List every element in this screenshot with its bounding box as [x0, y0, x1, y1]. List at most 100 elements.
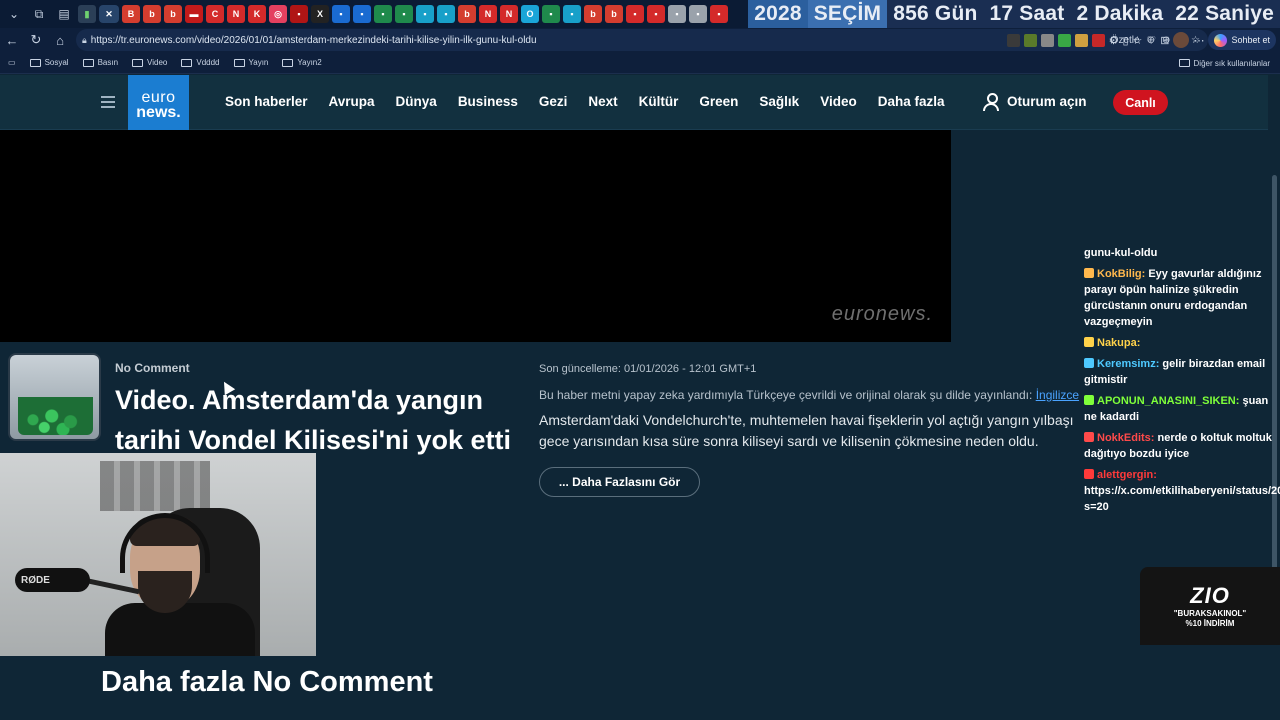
- extension-icon[interactable]: [1006, 33, 1020, 47]
- bookmark-folder[interactable]: Yayın: [233, 58, 269, 67]
- tab-c-icon[interactable]: C: [206, 5, 224, 23]
- tab-b-blogger-icon[interactable]: b: [584, 5, 602, 23]
- chat-username: alettgergin:: [1097, 469, 1157, 481]
- nav-item[interactable]: Avrupa: [329, 94, 375, 109]
- tab-site-icon[interactable]: ▪: [353, 5, 371, 23]
- tab-site-icon[interactable]: ▪: [437, 5, 455, 23]
- sponsor-banner: ZIO "BURAKSAKINOL" %10 İNDİRİM: [1140, 567, 1280, 645]
- countdown-days: 856 Gün: [893, 2, 978, 25]
- tab-site-icon[interactable]: ▪: [542, 5, 560, 23]
- tab-instagram-icon[interactable]: ◎: [269, 5, 287, 23]
- split-screen-icon[interactable]: ▯: [1122, 34, 1128, 47]
- nav-item[interactable]: Dünya: [396, 94, 437, 109]
- collections-icon[interactable]: ♡: [1146, 34, 1156, 47]
- tab-site-icon[interactable]: ▪: [710, 5, 728, 23]
- tab-site-icon[interactable]: ▪: [332, 5, 350, 23]
- chat-text: gunu-kul-oldu: [1084, 247, 1158, 259]
- extension-icon[interactable]: [1040, 33, 1054, 47]
- folder-icon: [132, 58, 144, 67]
- extension-icon[interactable]: [1023, 33, 1037, 47]
- extension-icon[interactable]: [1074, 33, 1088, 47]
- tab-site-icon[interactable]: ▪: [563, 5, 581, 23]
- tab-b-blogger-icon[interactable]: B: [122, 5, 140, 23]
- tab-favicon-list: Bb b ▬ C N K ◎ ▪ X ▪ ▪ ▪ ▪ ▪ ▪ b N N O ▪ ▪ b b ▪ ▪ ▪ ▪ ▪: [119, 5, 728, 23]
- browser-essentials-icon[interactable]: ⊡: [1160, 34, 1169, 47]
- tab-b-blogger-icon[interactable]: b: [164, 5, 182, 23]
- nav-item[interactable]: Son haberler: [225, 94, 308, 109]
- tab-close-icon[interactable]: ✕: [99, 5, 119, 23]
- vertical-tabs-icon[interactable]: ▤: [53, 3, 75, 25]
- see-more-button[interactable]: ... Daha Fazlasını Gör: [539, 467, 700, 497]
- tab-o-icon[interactable]: O: [521, 5, 539, 23]
- folder-icon: [1178, 59, 1190, 67]
- sponsor-discount: %10 İNDİRİM: [1185, 619, 1235, 628]
- tab-n-icon[interactable]: N: [500, 5, 518, 23]
- nav-item[interactable]: Gezi: [539, 94, 568, 109]
- tab-site-icon[interactable]: ▪: [395, 5, 413, 23]
- tab-b-blogger-icon[interactable]: b: [605, 5, 623, 23]
- avatar[interactable]: [1173, 32, 1190, 48]
- bookmark-folder[interactable]: Vdddd: [181, 58, 220, 67]
- nav-item[interactable]: Next: [588, 94, 617, 109]
- chat-username: Nakupa:: [1097, 337, 1141, 349]
- extension-icon[interactable]: [1091, 33, 1105, 47]
- euronews-logo[interactable]: euro news.: [128, 75, 189, 135]
- tab-n-icon[interactable]: N: [479, 5, 497, 23]
- chat-username: APONUN_ANASINI_SIKEN:: [1097, 395, 1240, 407]
- nav-item[interactable]: Sağlık: [759, 94, 799, 109]
- tab-news-icon[interactable]: ▬: [185, 5, 203, 23]
- tab-news-icon[interactable]: ▪: [290, 5, 308, 23]
- tab-site-icon[interactable]: ▪: [374, 5, 392, 23]
- chat-message: NokkEdits: nerde o koltuk moltuk dağıtıy…: [1084, 430, 1280, 462]
- no-comment-thumbnail[interactable]: [8, 353, 101, 441]
- refresh-icon[interactable]: ↻: [24, 28, 48, 52]
- logo-line-1: euro: [141, 89, 176, 106]
- bookmark-folder[interactable]: Basın: [82, 58, 118, 67]
- login-button[interactable]: Oturum açın: [983, 93, 1087, 111]
- nav-item[interactable]: Business: [458, 94, 518, 109]
- nav-item[interactable]: Daha fazla: [878, 94, 945, 109]
- bookmark-apps-icon[interactable]: ▭: [8, 58, 16, 67]
- countdown-year: 2028: [748, 0, 808, 28]
- url-text[interactable]: https://tr.euronews.com/video/2026/01/01…: [91, 35, 537, 46]
- bookmark-label: Yayın: [248, 58, 269, 67]
- bookmark-folder[interactable]: Video: [132, 58, 167, 67]
- tab-b-blogger-icon[interactable]: b: [143, 5, 161, 23]
- article-title: Video. Amsterdam'da yangın tarihi Vondel…: [115, 385, 512, 455]
- chat-message: Keremsimz: gelir birazdan email gitmisti…: [1084, 356, 1280, 388]
- home-icon[interactable]: ⌂: [48, 28, 72, 52]
- bookmark-folder[interactable]: Sosyal: [29, 58, 69, 67]
- tab-site-icon[interactable]: ▪: [689, 5, 707, 23]
- tab-green-icon[interactable]: ▮: [78, 5, 96, 23]
- live-button[interactable]: Canlı: [1113, 90, 1168, 115]
- nav-item[interactable]: Kültür: [639, 94, 679, 109]
- tab-n-icon[interactable]: N: [227, 5, 245, 23]
- original-language-link[interactable]: İngilizce: [1036, 388, 1079, 402]
- copilot-button[interactable]: Sohbet et: [1208, 30, 1276, 50]
- extensions-puzzle-icon[interactable]: ⚙: [1109, 34, 1119, 47]
- tab-site-icon[interactable]: ▪: [416, 5, 434, 23]
- favorites-icon[interactable]: ☆: [1133, 34, 1143, 47]
- folder-icon: [29, 58, 41, 67]
- tab-b-blogger-icon[interactable]: b: [458, 5, 476, 23]
- bookmark-folder[interactable]: Yayın2: [282, 58, 322, 67]
- menu-hamburger-icon[interactable]: [101, 96, 115, 108]
- back-icon[interactable]: ←: [0, 28, 24, 52]
- nav-item[interactable]: Green: [699, 94, 738, 109]
- tab-actions-chevron-icon[interactable]: ⌄: [3, 3, 25, 25]
- countdown-minutes: 2 Dakika: [1076, 2, 1164, 25]
- nav-item[interactable]: Video: [820, 94, 857, 109]
- tab-site-icon[interactable]: ▪: [626, 5, 644, 23]
- tab-k-icon[interactable]: K: [248, 5, 266, 23]
- bookmark-label: Vdddd: [196, 58, 220, 67]
- tab-site-icon[interactable]: ▪: [668, 5, 686, 23]
- more-options-icon[interactable]: ⋯: [1193, 34, 1204, 47]
- video-player[interactable]: euronews.: [0, 130, 951, 342]
- category-label[interactable]: No Comment: [115, 361, 190, 375]
- copilot-icon: [1214, 33, 1228, 47]
- tab-site-icon[interactable]: ▪: [647, 5, 665, 23]
- other-bookmarks[interactable]: Diğer sık kullanılanlar: [1178, 52, 1270, 74]
- workspaces-icon[interactable]: ⧉: [28, 3, 50, 25]
- extension-icon[interactable]: [1057, 33, 1071, 47]
- tab-x-icon[interactable]: X: [311, 5, 329, 23]
